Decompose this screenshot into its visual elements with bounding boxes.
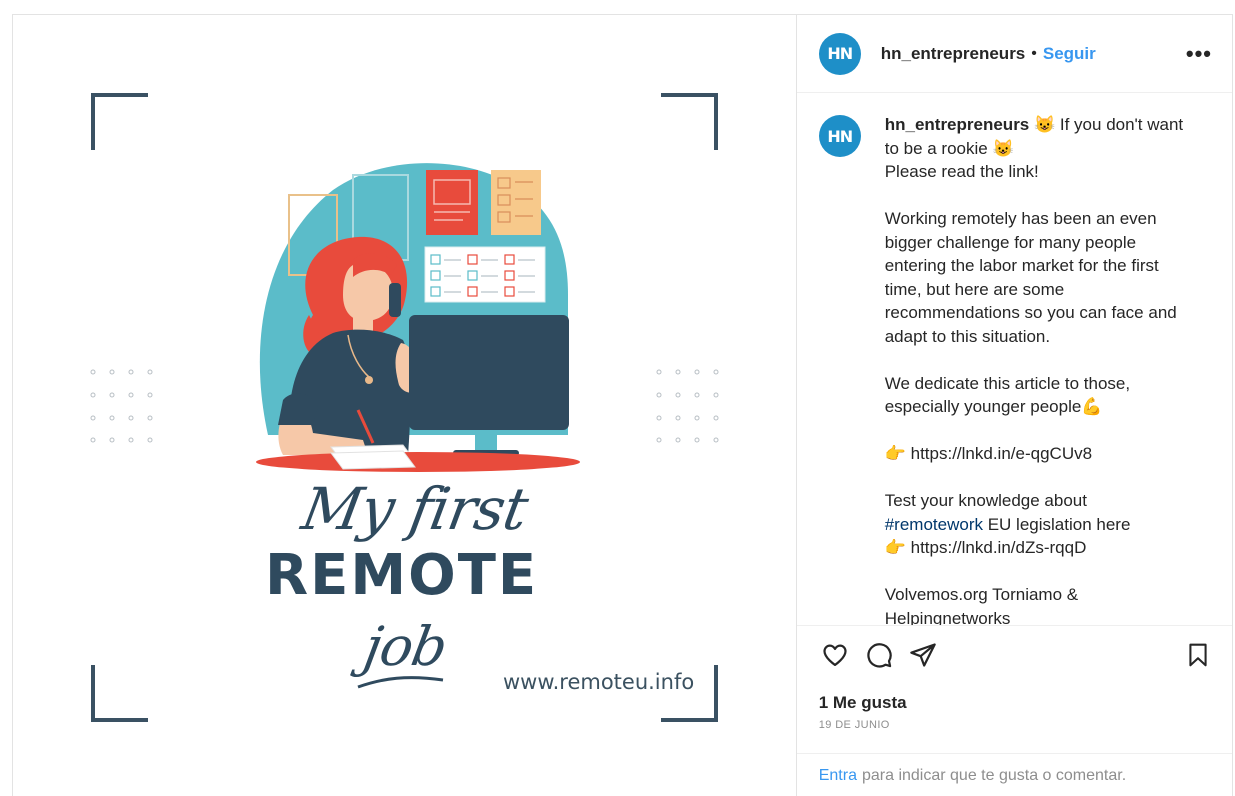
caption-area[interactable]: HN hn_entrepreneurs 😺 If you don't want … [797,93,1232,625]
comment-bubble-icon [867,642,892,668]
caption-username[interactable]: hn_entrepreneurs [885,115,1030,134]
caption-line: Test your knowledge about [884,491,1087,510]
login-prompt: Entra para indicar que te gusta o coment… [796,753,1232,796]
caption-link[interactable]: https://lnkd.in/dZs-rqqD [911,538,1087,557]
likes-count[interactable]: 1 Me gusta [819,693,1210,713]
action-bar [796,625,1232,683]
like-button[interactable] [819,639,851,671]
caption-avatar[interactable]: HN [818,115,861,157]
follow-button[interactable]: Seguir [1043,44,1096,64]
caption-line: Volvemos.org Torniamo & Helpingnetworks [884,585,1079,625]
post-date[interactable]: 19 DE JUNIO [819,719,1210,731]
headline-job: job [359,615,452,678]
avatar-logo: HN [827,126,853,146]
more-options-icon[interactable]: ••• [1186,41,1212,67]
header-separator: • [1031,44,1037,62]
comment-button[interactable] [863,639,895,671]
caption-line: EU legislation here [987,514,1131,534]
checklist-board [424,246,546,303]
caption-text: hn_entrepreneurs 😺 If you don't want to … [885,113,1195,625]
avatar-logo: HN [827,44,853,63]
instagram-post: My first REMOTE job www.remoteu.info HN … [12,14,1233,796]
image-website-url: www.remoteu.info [503,670,695,694]
desk [256,452,580,472]
pointing-hand-icon: 👉 [884,444,906,463]
hashtag-link[interactable]: #remotework [885,515,983,534]
heart-outline-icon [823,644,847,666]
paper-plane-icon [909,642,936,667]
pointing-hand-icon: 👉 [884,538,906,557]
save-button[interactable] [1182,639,1214,671]
headline-my-first: My first [297,475,533,543]
dot-grid-right [656,369,719,443]
caption-paragraph: Working remotely has been an even bigger… [884,209,1177,346]
caption-paragraph: We dedicate this article to those, espec… [884,373,1131,417]
post-header: HN hn_entrepreneurs • Seguir ••• [796,15,1232,93]
likes-section: 1 Me gusta 19 DE JUNIO [797,683,1232,731]
header-username[interactable]: hn_entrepreneurs [881,44,1026,64]
caption-link[interactable]: https://lnkd.in/e-qgCUv8 [911,444,1092,463]
post-side-panel: HN hn_entrepreneurs • Seguir ••• HN hn_e… [795,15,1232,796]
login-link[interactable]: Entra [819,767,857,785]
share-button[interactable] [907,639,939,671]
headline-remote: REMOTE [265,543,539,608]
login-prompt-text: para indicar que te gusta o comentar. [861,766,1127,784]
avatar[interactable]: HN [818,32,861,75]
bookmark-icon [1189,643,1207,666]
caption-line: Please read the link! [884,162,1039,181]
post-image[interactable]: My first REMOTE job www.remoteu.info [13,15,796,796]
monitor [409,315,569,430]
dot-grid-left [90,369,153,443]
